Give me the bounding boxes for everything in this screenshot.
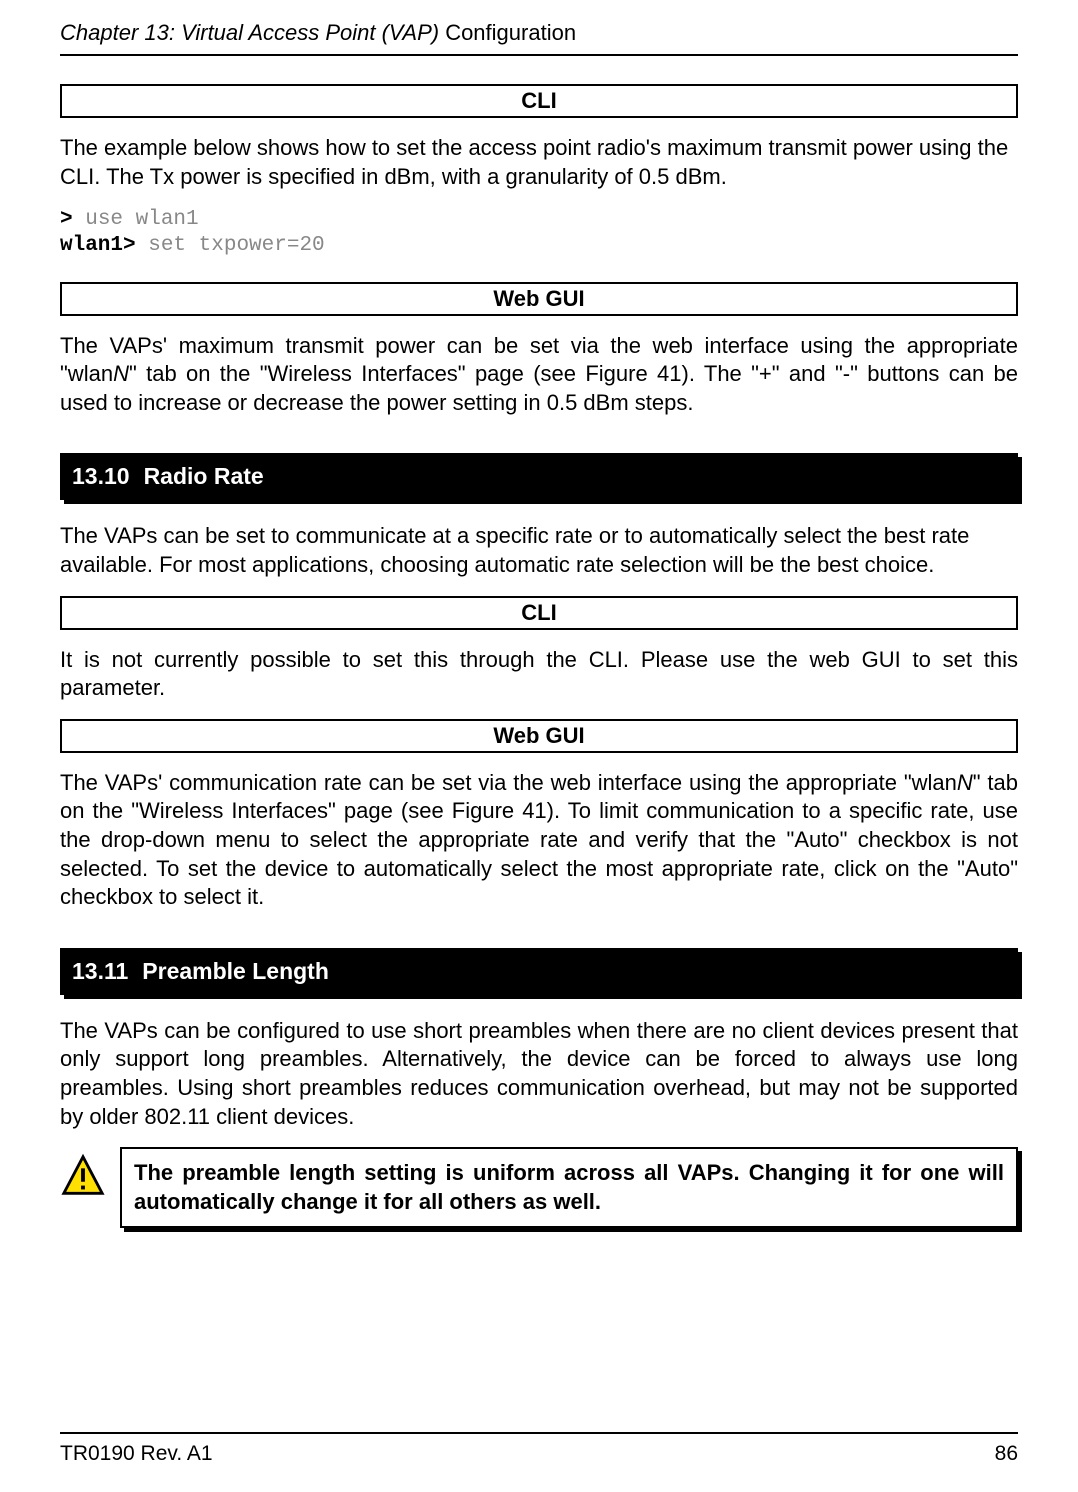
paragraph-radiorate-cli: It is not currently possible to set this…: [60, 646, 1018, 703]
paragraph-radiorate-webgui: The VAPs' communication rate can be set …: [60, 769, 1018, 912]
cli-cmd-1: use wlan1: [73, 208, 199, 231]
cli-prompt-2: wlan1>: [60, 234, 136, 257]
text-part-b: " tab on the "Wireless Interfaces" page …: [60, 361, 1018, 415]
section-header-radio-rate: 13.10 Radio Rate: [60, 453, 1018, 500]
section-header-preamble: 13.11 Preamble Length: [60, 948, 1018, 995]
chapter-title-normal: Configuration: [445, 20, 576, 45]
cli-prompt-1: >: [60, 208, 73, 231]
paragraph-txpower-intro: The example below shows how to set the a…: [60, 134, 1018, 191]
warning-icon: [60, 1153, 106, 1199]
page-header: Chapter 13: Virtual Access Point (VAP) C…: [60, 20, 1018, 56]
cli-example-block: > use wlan1 wlan1> set txpower=20: [60, 207, 1018, 260]
warning-box: The preamble length setting is uniform a…: [120, 1147, 1018, 1228]
cli-cmd-2: set txpower=20: [136, 234, 325, 257]
italic-n-2: N: [957, 770, 973, 795]
section-title-2: Preamble Length: [142, 958, 329, 985]
paragraph-preamble-intro: The VAPs can be configured to use short …: [60, 1017, 1018, 1131]
page-footer: TR0190 Rev. A1 86: [60, 1432, 1018, 1466]
webgui-box-label-2: Web GUI: [60, 719, 1018, 753]
cli-line-2: wlan1> set txpower=20: [60, 233, 1018, 259]
webgui-box-label-1: Web GUI: [60, 282, 1018, 316]
section-number-2: 13.11: [72, 958, 128, 985]
cli-box-label-2: CLI: [60, 596, 1018, 630]
cli-box-label-1: CLI: [60, 84, 1018, 118]
footer-left: TR0190 Rev. A1: [60, 1442, 213, 1466]
section-number: 13.10: [72, 463, 130, 490]
warning-row: The preamble length setting is uniform a…: [60, 1147, 1018, 1228]
section-title: Radio Rate: [144, 463, 264, 490]
cli-line-1: > use wlan1: [60, 207, 1018, 233]
paragraph-radiorate-intro: The VAPs can be set to communicate at a …: [60, 522, 1018, 579]
chapter-title-italic: Chapter 13: Virtual Access Point (VAP): [60, 20, 445, 45]
footer-page-number: 86: [995, 1442, 1018, 1466]
paragraph-txpower-webgui: The VAPs' maximum transmit power can be …: [60, 332, 1018, 418]
italic-n-1: N: [113, 361, 129, 386]
text-part-a-2: The VAPs' communication rate can be set …: [60, 770, 957, 795]
